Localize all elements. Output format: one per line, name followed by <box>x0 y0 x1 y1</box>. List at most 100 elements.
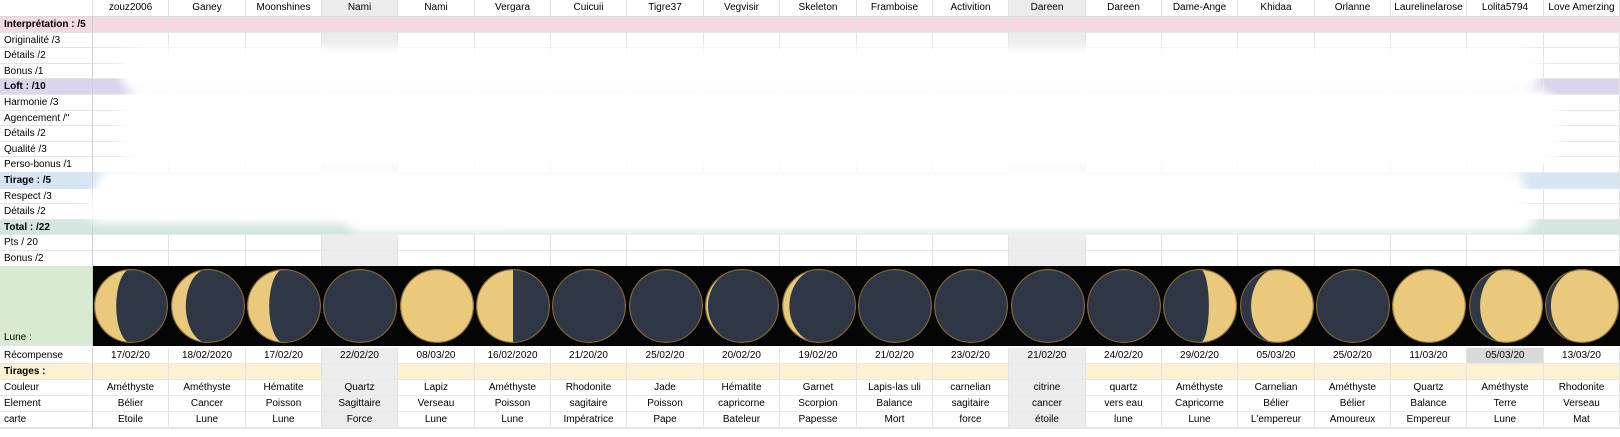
data-cell[interactable]: Lune <box>246 412 322 428</box>
column-header[interactable]: Skeleton <box>780 0 857 16</box>
column-header[interactable]: Tigre37 <box>627 0 704 16</box>
data-cell[interactable]: Empereur <box>1391 412 1467 428</box>
score-cell[interactable] <box>780 17 857 33</box>
score-cell[interactable] <box>398 17 475 33</box>
data-cell[interactable]: Bélier <box>93 396 169 412</box>
score-cell[interactable] <box>1238 251 1315 267</box>
data-cell[interactable]: Garnet <box>780 380 857 396</box>
data-cell[interactable]: 16/02/2020 <box>475 348 551 364</box>
data-cell[interactable]: 05/03/20 <box>1467 348 1544 364</box>
score-cell[interactable] <box>1315 33 1391 48</box>
score-cell[interactable] <box>933 33 1009 48</box>
score-cell[interactable] <box>169 17 246 33</box>
column-header[interactable]: Love Amerzing <box>1544 0 1620 16</box>
score-cell[interactable] <box>1467 235 1544 251</box>
data-cell[interactable]: Rhodonite <box>551 380 627 396</box>
data-cell[interactable]: Lune <box>1467 412 1544 428</box>
tirage-cell[interactable] <box>780 364 857 380</box>
data-cell[interactable]: Lune <box>169 412 246 428</box>
score-cell[interactable] <box>169 251 246 267</box>
column-header[interactable]: Nami <box>322 0 398 16</box>
data-cell[interactable]: Etoile <box>93 412 169 428</box>
column-header[interactable]: Vergara <box>475 0 551 16</box>
score-cell[interactable] <box>93 235 169 251</box>
data-cell[interactable]: Améthyste <box>169 380 246 396</box>
score-cell[interactable] <box>1315 251 1391 267</box>
data-cell[interactable]: 13/03/20 <box>1544 348 1620 364</box>
data-cell[interactable]: Lune <box>398 412 475 428</box>
score-cell[interactable] <box>475 33 551 48</box>
score-cell[interactable] <box>627 17 704 33</box>
data-cell[interactable]: Hématite <box>704 380 780 396</box>
score-cell[interactable] <box>1162 251 1238 267</box>
score-cell[interactable] <box>551 17 627 33</box>
data-cell[interactable]: capricorne <box>704 396 780 412</box>
data-cell[interactable]: Carnelian <box>1238 380 1315 396</box>
data-cell[interactable]: 20/02/20 <box>704 348 780 364</box>
data-cell[interactable]: 21/20/20 <box>551 348 627 364</box>
tirage-cell[interactable] <box>857 364 933 380</box>
tirage-cell[interactable] <box>169 364 246 380</box>
score-cell[interactable] <box>322 33 398 48</box>
score-cell[interactable] <box>551 235 627 251</box>
data-cell[interactable]: Améthyste <box>1162 380 1238 396</box>
score-cell[interactable] <box>627 235 704 251</box>
data-cell[interactable]: 08/03/20 <box>398 348 475 364</box>
data-cell[interactable]: 29/02/20 <box>1162 348 1238 364</box>
score-cell[interactable] <box>1544 33 1620 48</box>
score-cell[interactable] <box>169 235 246 251</box>
column-header[interactable]: Cuicuii <box>551 0 627 16</box>
data-cell[interactable]: force <box>933 412 1009 428</box>
column-header[interactable]: Activition <box>933 0 1009 16</box>
score-cell[interactable] <box>398 235 475 251</box>
data-cell[interactable]: Bateleur <box>704 412 780 428</box>
score-cell[interactable] <box>704 33 780 48</box>
data-cell[interactable]: Scorpion <box>780 396 857 412</box>
data-cell[interactable]: Force <box>322 412 398 428</box>
data-cell[interactable]: Lune <box>1162 412 1238 428</box>
data-cell[interactable]: Verseau <box>398 396 475 412</box>
score-cell[interactable] <box>1544 220 1620 235</box>
score-cell[interactable] <box>1238 235 1315 251</box>
column-header[interactable]: Khidaa <box>1238 0 1315 16</box>
score-cell[interactable] <box>1086 33 1162 48</box>
column-header[interactable]: Framboise <box>857 0 933 16</box>
tirage-cell[interactable] <box>1238 364 1315 380</box>
score-cell[interactable] <box>1467 17 1544 33</box>
data-cell[interactable]: sagitaire <box>933 396 1009 412</box>
data-cell[interactable]: citrine <box>1009 380 1086 396</box>
score-cell[interactable] <box>93 251 169 267</box>
data-cell[interactable]: Sagittaire <box>322 396 398 412</box>
score-cell[interactable] <box>475 17 551 33</box>
score-cell[interactable] <box>780 251 857 267</box>
data-cell[interactable]: 21/02/20 <box>1009 348 1086 364</box>
data-cell[interactable]: Balance <box>857 396 933 412</box>
column-header[interactable]: Nami <box>398 0 475 16</box>
data-cell[interactable]: Verseau <box>1544 396 1620 412</box>
column-header[interactable]: Dame-Ange <box>1162 0 1238 16</box>
score-cell[interactable] <box>398 33 475 48</box>
score-cell[interactable] <box>1391 33 1467 48</box>
tirage-cell[interactable] <box>398 364 475 380</box>
data-cell[interactable]: 05/03/20 <box>1238 348 1315 364</box>
data-cell[interactable]: Terre <box>1467 396 1544 412</box>
score-cell[interactable] <box>1544 251 1620 267</box>
data-cell[interactable]: 24/02/20 <box>1086 348 1162 364</box>
score-cell[interactable] <box>1238 17 1315 33</box>
tirage-cell[interactable] <box>1162 364 1238 380</box>
data-cell[interactable]: Améthyste <box>475 380 551 396</box>
score-cell[interactable] <box>93 33 169 48</box>
score-cell[interactable] <box>857 251 933 267</box>
score-cell[interactable] <box>169 33 246 48</box>
data-cell[interactable]: 25/02/20 <box>627 348 704 364</box>
score-cell[interactable] <box>704 235 780 251</box>
score-cell[interactable] <box>933 251 1009 267</box>
score-cell[interactable] <box>857 235 933 251</box>
data-cell[interactable]: 17/02/20 <box>93 348 169 364</box>
score-cell[interactable] <box>933 235 1009 251</box>
data-cell[interactable]: carnelian <box>933 380 1009 396</box>
tirage-cell[interactable] <box>1009 364 1086 380</box>
score-cell[interactable] <box>1391 251 1467 267</box>
score-cell[interactable] <box>246 251 322 267</box>
score-cell[interactable] <box>1544 189 1620 204</box>
